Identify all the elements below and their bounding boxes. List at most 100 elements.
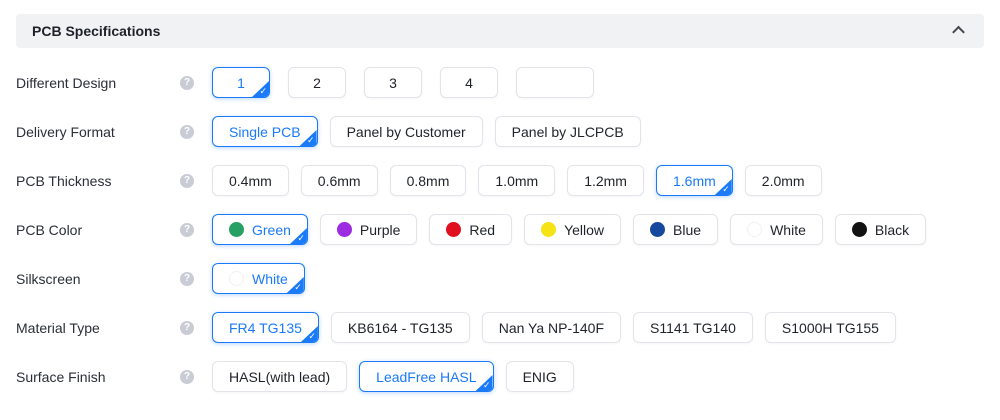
option-red[interactable]: Red xyxy=(429,214,513,245)
option-label: S1141 TG140 xyxy=(650,319,736,336)
option-label: 1.2mm xyxy=(584,172,627,189)
row-label: Delivery Format xyxy=(16,123,115,140)
spec-row-different-design: Different Design ? 1 ✓ 2 3 4 xyxy=(0,58,1000,107)
row-label: Material Type xyxy=(16,319,100,336)
help-icon[interactable]: ? xyxy=(180,369,194,384)
color-dot xyxy=(650,222,666,237)
collapse-section-button[interactable] xyxy=(948,21,968,41)
option-white[interactable]: White ✓ xyxy=(212,263,305,294)
help-icon[interactable]: ? xyxy=(180,75,194,90)
spec-row-pcb-color: PCB Color ? Green ✓ Purple Red Yellow Blue Whi… xyxy=(0,205,1000,254)
option-label: Green xyxy=(252,221,291,238)
option-label: Single PCB xyxy=(229,123,301,140)
option-nan-ya-np-140f[interactable]: Nan Ya NP-140F xyxy=(481,312,622,343)
option-label: FR4 TG135 xyxy=(229,319,302,336)
option-kb6164-tg135[interactable]: KB6164 - TG135 xyxy=(330,312,470,343)
option-fr4-tg135[interactable]: FR4 TG135 ✓ xyxy=(212,312,319,343)
option-black[interactable]: Black xyxy=(834,214,927,245)
option-label: Panel by Customer xyxy=(346,123,466,140)
option-label: LeadFree HASL xyxy=(376,368,477,385)
chevron-up-icon xyxy=(951,25,965,38)
option-label: 4 xyxy=(465,74,473,91)
color-dot xyxy=(446,222,462,237)
option-2[interactable]: 2 xyxy=(288,67,346,98)
option-leadfree-hasl[interactable]: LeadFree HASL ✓ xyxy=(359,361,494,392)
pcb-specifications-panel: PCB Specifications Different Design ? 1 ✓… xyxy=(0,14,1000,420)
option-s1000h-tg155[interactable]: S1000H TG155 xyxy=(764,312,896,343)
color-dot xyxy=(336,222,352,237)
option-label: Nan Ya NP-140F xyxy=(498,319,605,336)
spec-row-pcb-thickness: PCB Thickness ? 0.4mm 0.6mm 0.8mm 1.0mm 1.2m… xyxy=(0,156,1000,205)
option-label: S1000H TG155 xyxy=(781,319,879,336)
selected-check-icon: ✓ xyxy=(286,277,304,293)
options-group: FR4 TG135 ✓ KB6164 - TG135 Nan Ya NP-140F S1… xyxy=(212,312,896,343)
option-white[interactable]: White xyxy=(730,214,823,245)
spec-row-silkscreen: Silkscreen ? White ✓ xyxy=(0,254,1000,303)
spec-row-delivery-format: Delivery Format ? Single PCB ✓ Panel by Cu… xyxy=(0,107,1000,156)
option-label: 2 xyxy=(313,74,321,91)
section-title: PCB Specifications xyxy=(32,23,161,39)
option-1[interactable]: 1 ✓ xyxy=(212,67,270,98)
selected-check-icon: ✓ xyxy=(299,130,317,146)
option-0-6mm[interactable]: 0.6mm xyxy=(300,165,378,196)
selected-check-icon: ✓ xyxy=(300,326,318,342)
option-0-8mm[interactable]: 0.8mm xyxy=(389,165,467,196)
option-label: Panel by JLCPCB xyxy=(511,123,624,140)
option-label: ENIG xyxy=(522,368,557,385)
option-label: 0.6mm xyxy=(317,172,361,189)
option-label: 1.0mm xyxy=(495,172,539,189)
spec-row-surface-finish: Surface Finish ? HASL(with lead) LeadFree… xyxy=(0,352,1000,401)
option-blue[interactable]: Blue xyxy=(633,214,719,245)
option-1-6mm[interactable]: 1.6mm ✓ xyxy=(655,165,733,196)
option-2-0mm[interactable]: 2.0mm xyxy=(744,165,822,196)
option-green[interactable]: Green ✓ xyxy=(212,214,308,245)
row-label: Surface Finish xyxy=(16,368,106,385)
option-hasl-with-lead[interactable]: HASL(with lead) xyxy=(212,361,348,392)
option-label: White xyxy=(770,221,806,238)
selected-check-icon: ✓ xyxy=(289,228,307,244)
option-1-2mm[interactable]: 1.2mm xyxy=(567,165,644,196)
spec-row-material-type: Material Type ? FR4 TG135 ✓ KB6164 - TG135… xyxy=(0,303,1000,352)
option-0-4mm[interactable]: 0.4mm xyxy=(212,165,289,196)
options-group: Single PCB ✓ Panel by Customer Panel by JLC… xyxy=(212,116,641,147)
option-single-pcb[interactable]: Single PCB ✓ xyxy=(212,116,318,147)
option-3[interactable]: 3 xyxy=(364,67,422,98)
option-purple[interactable]: Purple xyxy=(319,214,418,245)
option-label: White xyxy=(252,270,288,287)
options-group: HASL(with lead) LeadFree HASL ✓ ENIG xyxy=(212,361,574,392)
option-label: Red xyxy=(469,221,496,238)
option-label: 0.8mm xyxy=(406,172,450,189)
section-header: PCB Specifications xyxy=(16,14,984,48)
option-s1141-tg140[interactable]: S1141 TG140 xyxy=(633,312,753,343)
row-label: PCB Thickness xyxy=(16,172,112,189)
options-group: White ✓ xyxy=(212,263,305,294)
option-label: 1 xyxy=(237,74,245,91)
help-icon[interactable]: ? xyxy=(180,271,194,286)
option-label: 0.4mm xyxy=(229,172,272,189)
option-4[interactable]: 4 xyxy=(440,67,498,98)
option-panel-by-customer[interactable]: Panel by Customer xyxy=(329,116,483,147)
option-1-0mm[interactable]: 1.0mm xyxy=(478,165,556,196)
options-group: Green ✓ Purple Red Yellow Blue White Black xyxy=(212,214,927,245)
help-icon[interactable]: ? xyxy=(180,320,194,335)
selected-check-icon: ✓ xyxy=(714,179,732,195)
help-icon[interactable]: ? xyxy=(180,173,194,188)
spec-rows: Different Design ? 1 ✓ 2 3 4 Delivery Format… xyxy=(0,48,1000,401)
option-panel-by-jlcpcb[interactable]: Panel by JLCPCB xyxy=(494,116,641,147)
options-group: 1 ✓ 2 3 4 xyxy=(212,67,594,98)
option-label: KB6164 - TG135 xyxy=(347,319,453,336)
option-enig[interactable]: ENIG xyxy=(505,361,574,392)
row-label: Silkscreen xyxy=(16,270,81,287)
help-icon[interactable]: ? xyxy=(180,124,194,139)
option-label: 1.6mm xyxy=(672,172,716,189)
option-yellow[interactable]: Yellow xyxy=(524,214,622,245)
help-icon[interactable]: ? xyxy=(180,222,194,237)
custom-design-count-input[interactable] xyxy=(516,67,594,98)
selected-check-icon: ✓ xyxy=(252,81,269,97)
color-dot xyxy=(541,222,557,237)
color-dot xyxy=(747,222,763,237)
color-dot xyxy=(229,222,244,237)
option-label: Yellow xyxy=(564,221,605,238)
option-label: HASL(with lead) xyxy=(229,368,331,385)
row-label: PCB Color xyxy=(16,221,83,238)
